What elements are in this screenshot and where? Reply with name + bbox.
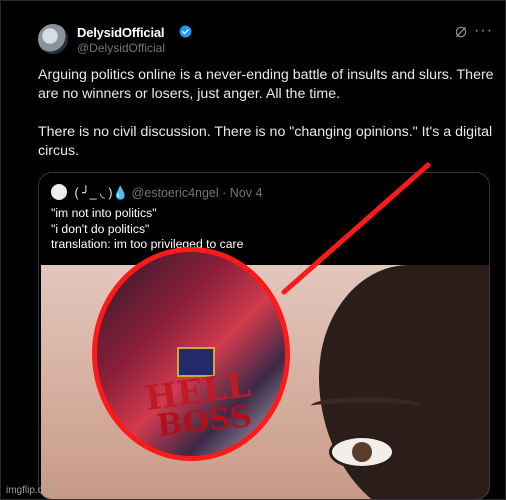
annotation-arrow-line bbox=[281, 162, 431, 295]
watermark: imgflip.com bbox=[6, 485, 57, 496]
